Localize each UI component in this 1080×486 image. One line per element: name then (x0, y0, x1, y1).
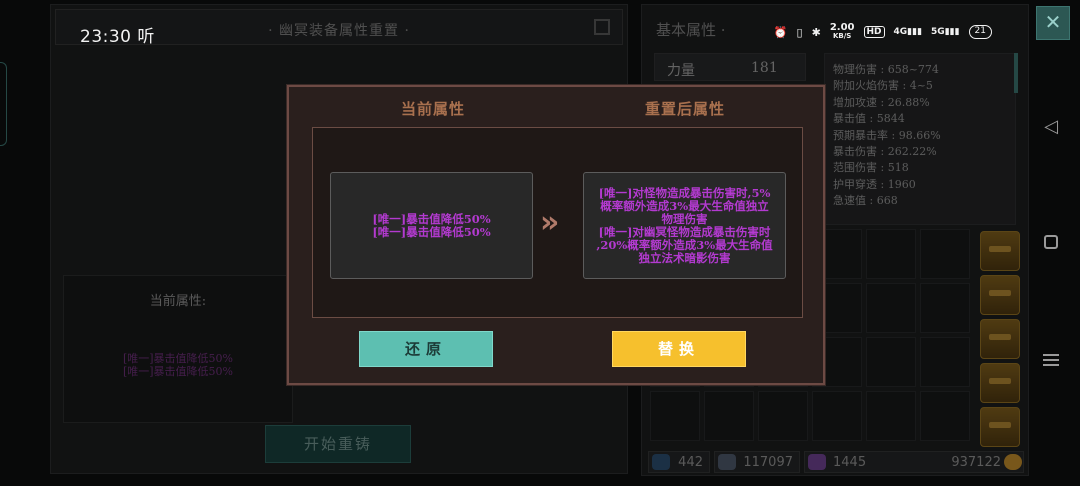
system-nav-bar: ◁ (1022, 0, 1080, 486)
replace-button[interactable]: 替换 (612, 331, 746, 367)
reset-attributes-heading: 重置后属性 (645, 100, 726, 118)
reforge-confirm-dialog: 当前属性 重置后属性 [唯一]暴击值降低50% [唯一]暴击值降低50% » [… (287, 85, 825, 385)
current-attr-line: [唯一]暴击值降低50% (372, 224, 491, 239)
close-button[interactable]: ✕ (1036, 6, 1070, 40)
comparison-area: [唯一]暴击值降低50% [唯一]暴击值降低50% » [唯一]对怪物造成暴击伤… (312, 127, 803, 318)
reset-attr-line: ,20%概率额外造成3%最大生命值 (596, 237, 773, 252)
reset-attr-line: [唯一]对怪物造成暴击伤害时,5% (598, 185, 771, 200)
reset-attr-line: [唯一]对幽冥怪物造成暴击伤害时 (598, 224, 771, 239)
restore-button[interactable]: 还原 (359, 331, 493, 367)
nav-menu-icon[interactable] (1022, 340, 1080, 380)
nav-home-icon[interactable] (1022, 222, 1080, 262)
nav-back-icon[interactable]: ◁ (1022, 106, 1080, 146)
reset-attr-line: 概率额外造成3%最大生命值独立 (600, 198, 769, 213)
current-attributes-heading: 当前属性 (401, 100, 466, 118)
reset-attr-line: 物理伤害 (661, 211, 708, 226)
reset-attributes-box: [唯一]对怪物造成暴击伤害时,5% 概率额外造成3%最大生命值独立 物理伤害 [… (583, 172, 786, 279)
current-attributes-box: [唯一]暴击值降低50% [唯一]暴击值降低50% (330, 172, 533, 279)
current-attr-line: [唯一]暴击值降低50% (372, 211, 491, 226)
reset-attr-line: 独立法术暗影伤害 (638, 250, 731, 265)
double-chevron-right-icon: » (540, 205, 560, 240)
